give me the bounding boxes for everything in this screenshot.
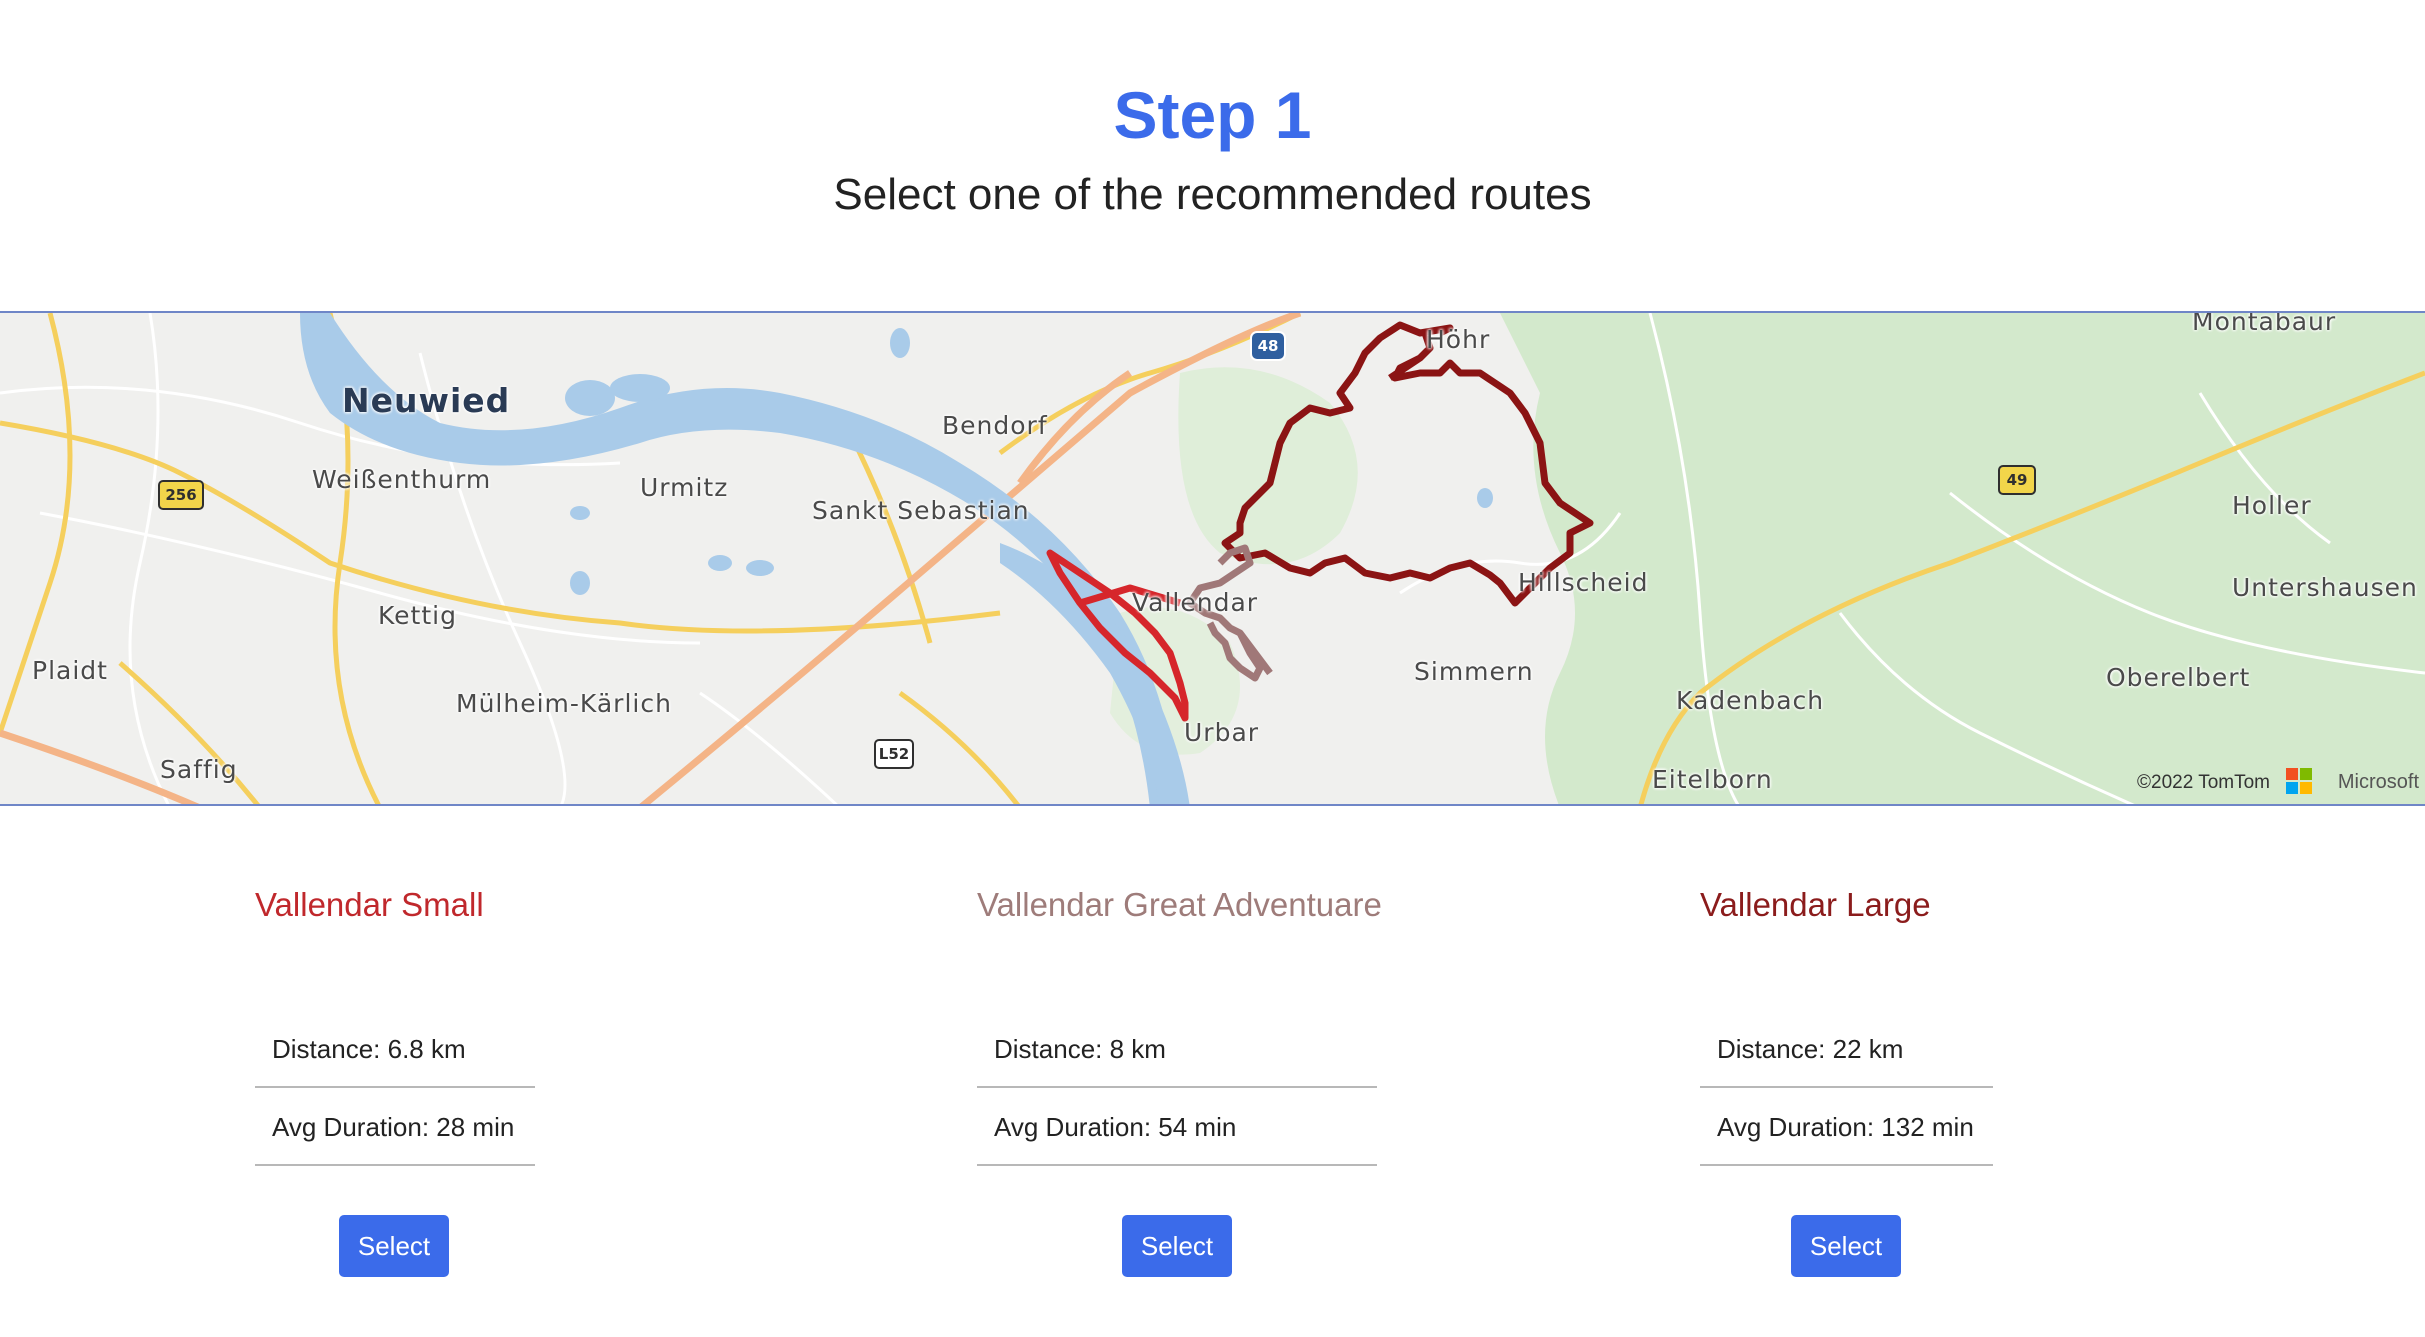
- road-shield-48: 48: [1250, 331, 1286, 361]
- place-label-kettig: Kettig: [378, 601, 457, 630]
- place-label-simmern: Simmern: [1414, 657, 1534, 686]
- route-distance: Distance: 22 km: [1700, 1010, 1993, 1088]
- route-duration: Avg Duration: 28 min: [255, 1088, 535, 1166]
- route-small-path: [1046, 549, 1189, 722]
- place-label-kadenbach: Kadenbach: [1676, 686, 1825, 715]
- route-distance: Distance: 6.8 km: [255, 1010, 535, 1088]
- step-title: Step 1: [1113, 78, 1312, 152]
- page: Step 1 Select one of the recommended rou…: [0, 0, 2425, 1337]
- route-stats: Distance: 6.8 km Avg Duration: 28 min: [255, 1010, 535, 1166]
- place-label-saffig: Saffig: [160, 755, 238, 784]
- route-name: Vallendar Large: [1700, 886, 1931, 923]
- place-label-oberelbert: Oberelbert: [2106, 663, 2251, 692]
- route-large-path: [1221, 321, 1594, 607]
- place-label-hoehr: Höhr: [1426, 325, 1491, 354]
- place-label-bendorf: Bendorf: [942, 411, 1048, 440]
- route-stats: Distance: 8 km Avg Duration: 54 min: [977, 1010, 1377, 1166]
- place-label-untershausen: Untershausen: [2232, 573, 2418, 602]
- route-name: Vallendar Small: [255, 886, 484, 923]
- place-label-urbar: Urbar: [1184, 718, 1260, 747]
- road-shield-49: 49: [1998, 465, 2036, 495]
- road-shield-l52: L52: [874, 739, 914, 769]
- route-name: Vallendar Great Adventuare: [977, 886, 1382, 923]
- route-card-great-adventure: Vallendar Great Adventuare Distance: 8 k…: [977, 880, 1382, 1277]
- place-label-vallendar: Vallendar: [1132, 588, 1259, 617]
- route-map[interactable]: Neuwied Weißenthurm Urmitz Bendorf Sankt…: [0, 311, 2425, 806]
- place-label-muelheim-kaerlich: Mülheim-Kärlich: [456, 689, 672, 718]
- place-label-eitelborn: Eitelborn: [1652, 765, 1773, 794]
- header: Step 1 Select one of the recommended rou…: [0, 0, 2425, 310]
- road-shield-256: 256: [158, 480, 204, 510]
- place-label-hillscheid: Hillscheid: [1518, 568, 1649, 597]
- route-stats: Distance: 22 km Avg Duration: 132 min: [1700, 1010, 1993, 1166]
- place-label-montabaur: Montabaur: [2192, 311, 2337, 336]
- map-provider: Microsoft: [2337, 771, 2419, 793]
- select-route-button[interactable]: Select: [1122, 1215, 1232, 1277]
- place-label-weissenthurm: Weißenthurm: [312, 465, 492, 494]
- microsoft-logo-icon: [2286, 768, 2312, 794]
- place-label-sankt-sebastian: Sankt Sebastian: [812, 496, 1030, 525]
- route-distance: Distance: 8 km: [977, 1010, 1377, 1088]
- step-subtitle: Select one of the recommended routes: [833, 170, 1592, 219]
- route-duration: Avg Duration: 54 min: [977, 1088, 1377, 1166]
- map-copyright: ©2022 TomTom: [2137, 772, 2270, 793]
- place-label-holler: Holler: [2232, 491, 2312, 520]
- select-route-button[interactable]: Select: [1791, 1215, 1901, 1277]
- place-label-neuwied: Neuwied: [342, 381, 511, 420]
- place-label-urmitz: Urmitz: [640, 473, 729, 502]
- select-route-button[interactable]: Select: [339, 1215, 449, 1277]
- route-card-large: Vallendar Large Distance: 22 km Avg Dura…: [1700, 880, 1993, 1277]
- route-duration: Avg Duration: 132 min: [1700, 1088, 1993, 1166]
- route-card-small: Vallendar Small Distance: 6.8 km Avg Dur…: [255, 880, 535, 1277]
- place-label-plaidt: Plaidt: [32, 656, 108, 685]
